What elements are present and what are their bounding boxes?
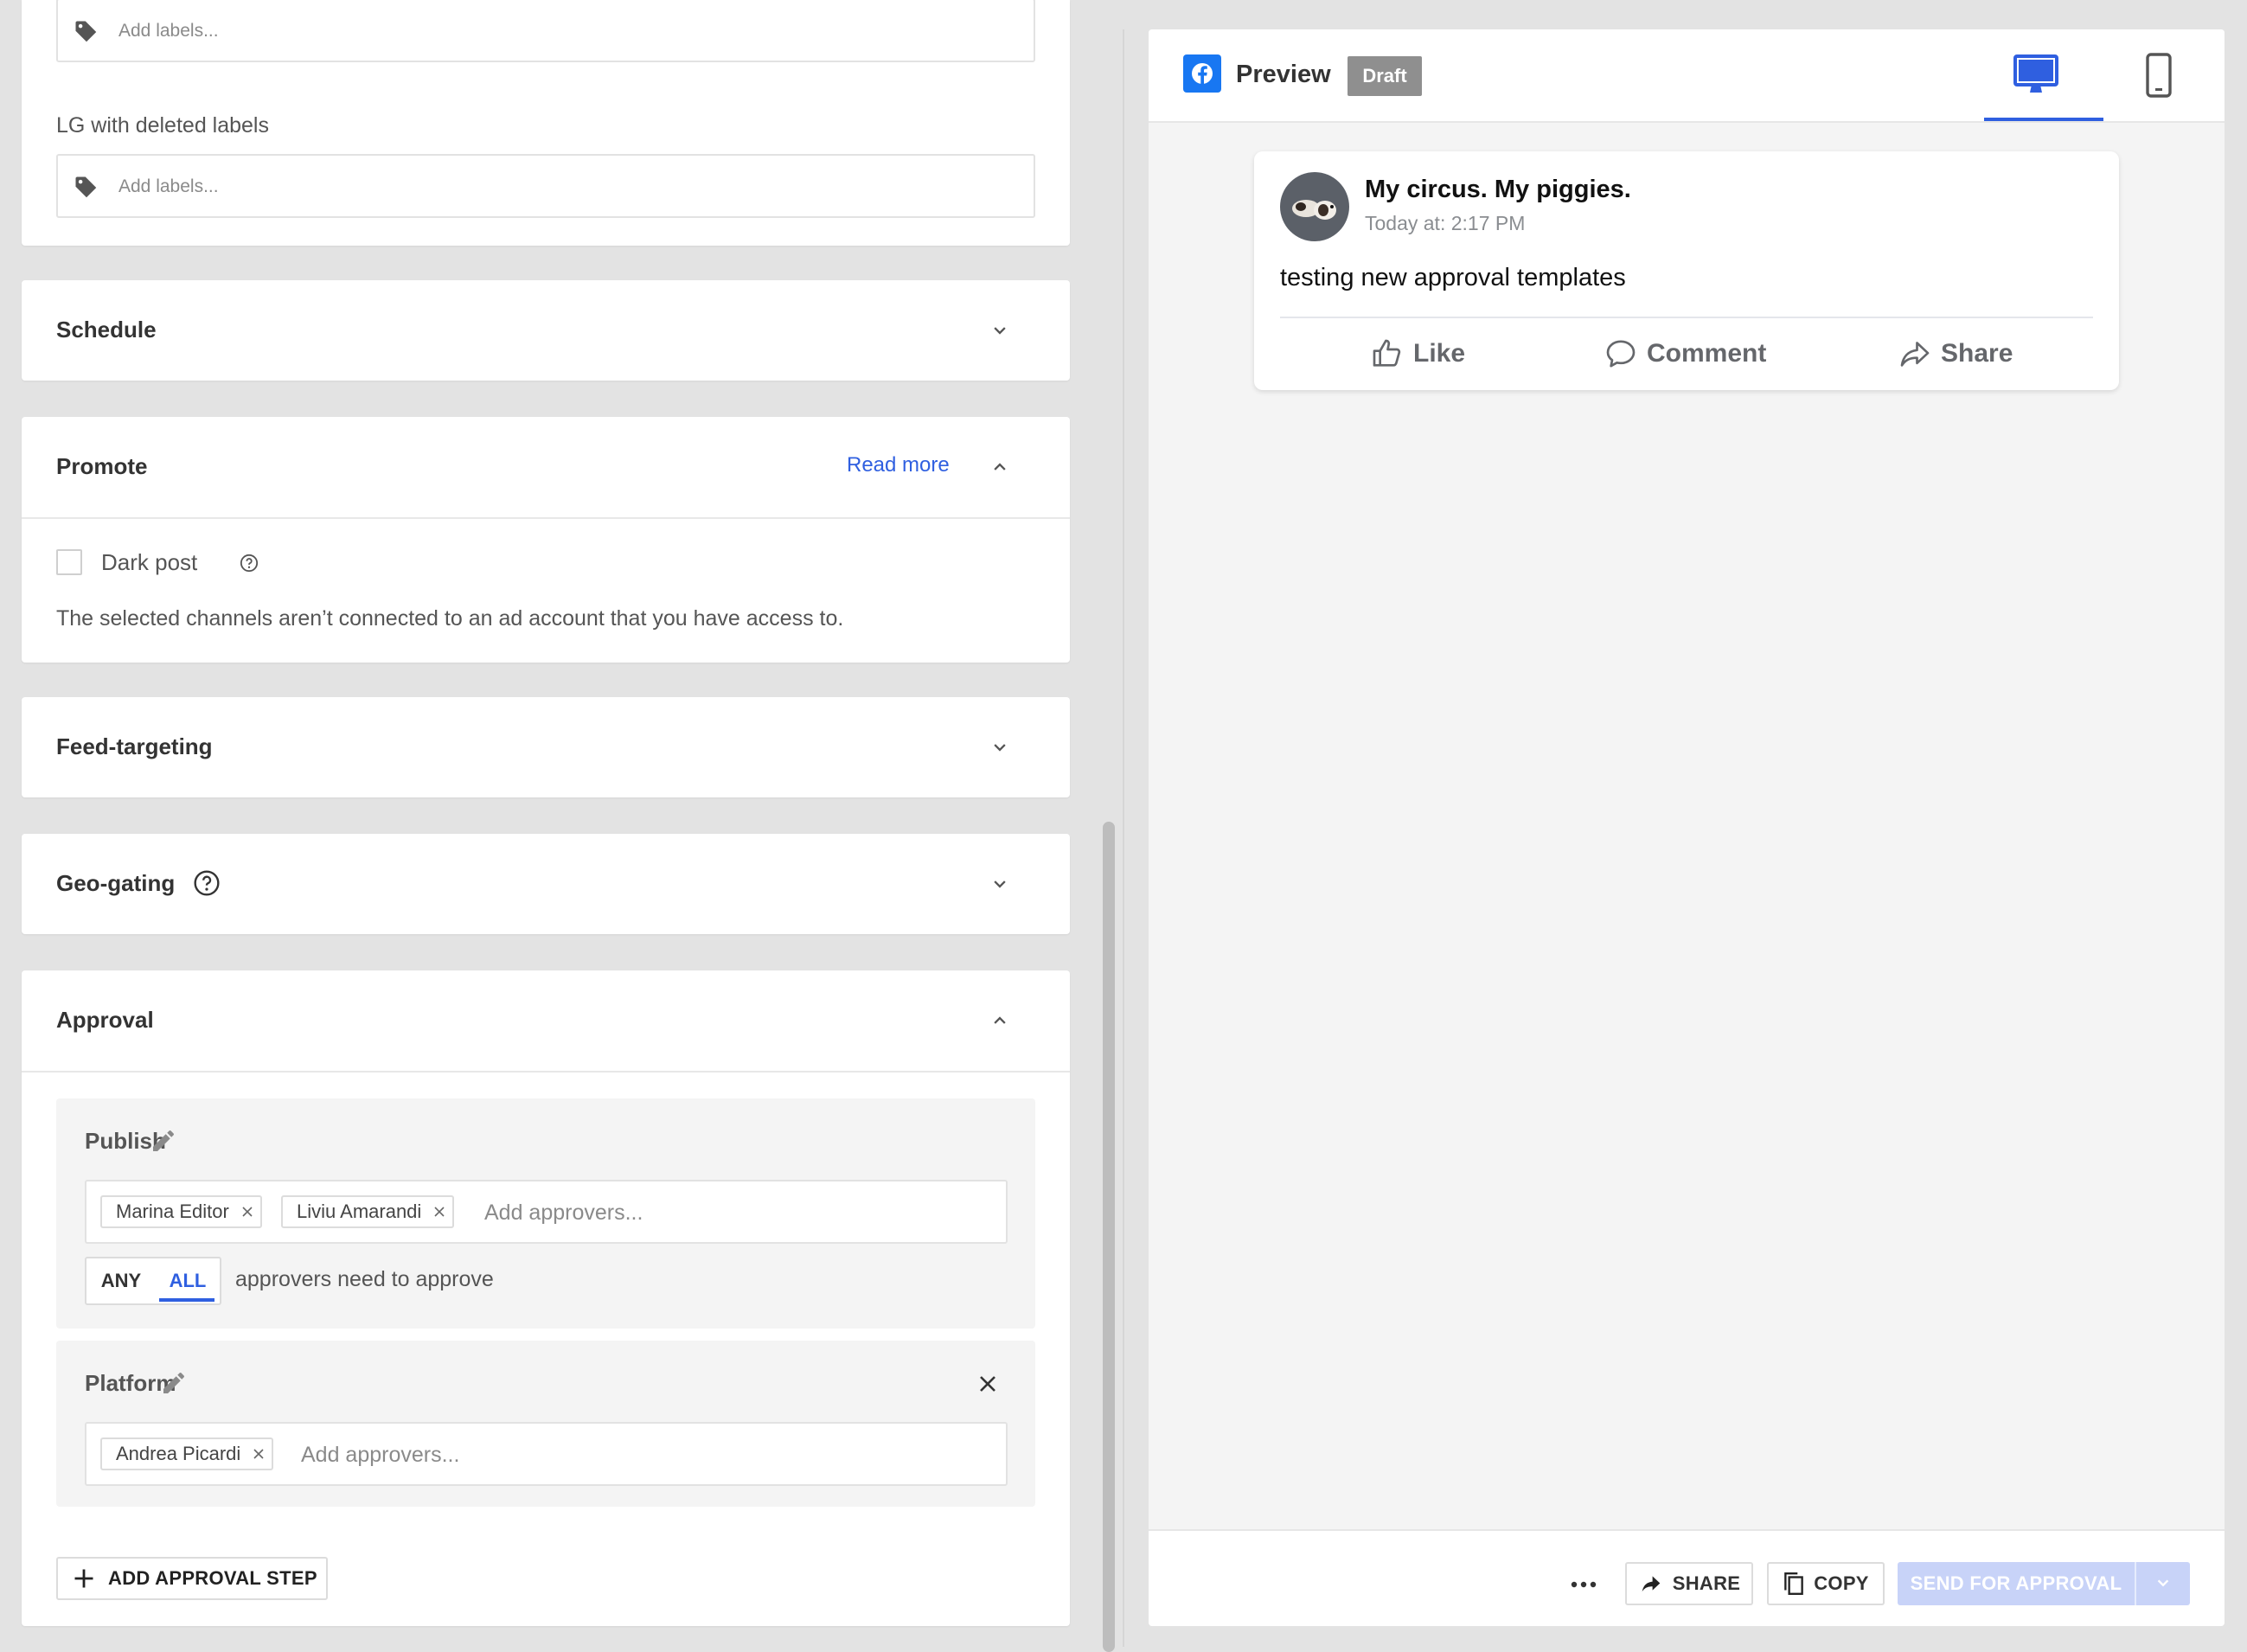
chevron-down-icon[interactable] bbox=[988, 318, 1012, 343]
help-icon[interactable] bbox=[240, 554, 259, 573]
post-divider bbox=[1280, 317, 2093, 318]
approvers-field[interactable]: Marina Editor Liviu Amarandi bbox=[85, 1180, 1008, 1244]
chevron-down-icon bbox=[2157, 1579, 2169, 1587]
mode-active-indicator bbox=[159, 1298, 214, 1302]
preview-footer: SHARE COPY SEND FOR APPROVAL bbox=[1149, 1529, 2225, 1626]
post-page-name: My circus. My piggies. bbox=[1365, 176, 1631, 203]
deleted-labels-title: LG with deleted labels bbox=[56, 113, 269, 138]
facebook-icon bbox=[1183, 54, 1221, 93]
remove-icon[interactable] bbox=[426, 1199, 452, 1225]
left-panel: LG with deleted labels Schedule Promote … bbox=[0, 0, 1098, 1647]
labels-input-field[interactable] bbox=[118, 14, 1018, 48]
approver-chip: Liviu Amarandi bbox=[281, 1195, 455, 1228]
labels-input-second[interactable] bbox=[56, 154, 1035, 218]
like-label: Like bbox=[1413, 339, 1466, 368]
guinea-pig-image bbox=[1292, 200, 1336, 220]
copy-label: COPY bbox=[1814, 1572, 1869, 1594]
desktop-tab-indicator bbox=[1984, 118, 2103, 121]
mode-any-button[interactable]: ANY bbox=[86, 1258, 156, 1303]
add-approval-step-button[interactable]: ADD APPROVAL STEP bbox=[56, 1557, 328, 1600]
ad-account-notice: The selected channels aren’t connected t… bbox=[56, 606, 844, 631]
chevron-down-icon[interactable] bbox=[988, 872, 1012, 896]
thumbs-up-icon bbox=[1373, 339, 1401, 367]
send-options-dropdown[interactable] bbox=[2135, 1562, 2190, 1605]
share-arrow-icon bbox=[1900, 342, 1930, 367]
preview-header: Preview Draft bbox=[1149, 29, 2225, 123]
approvers-field[interactable]: Andrea Picardi bbox=[85, 1422, 1008, 1486]
approval-step-platform: Platform Andrea Picardi bbox=[56, 1341, 1035, 1507]
labels-card: LG with deleted labels bbox=[22, 0, 1070, 246]
share-footer-button[interactable]: SHARE bbox=[1625, 1562, 1753, 1605]
promote-card: Promote Read more Dark post The selected… bbox=[22, 417, 1070, 663]
add-approval-step-label: ADD APPROVAL STEP bbox=[108, 1567, 317, 1589]
send-for-approval-button[interactable]: SEND FOR APPROVAL bbox=[1898, 1562, 2135, 1605]
chevron-up-icon[interactable] bbox=[988, 455, 1012, 479]
approval-card: Approval Publish Marina Editor Liviu Ama… bbox=[22, 970, 1070, 1626]
chevron-down-icon[interactable] bbox=[988, 735, 1012, 759]
approval-mode-toggle: ANY ALL bbox=[85, 1257, 221, 1305]
pencil-icon[interactable] bbox=[160, 1369, 188, 1397]
copy-button[interactable]: COPY bbox=[1767, 1562, 1885, 1605]
avatar bbox=[1280, 172, 1349, 241]
more-options-icon[interactable] bbox=[1569, 1574, 1598, 1595]
status-badge: Draft bbox=[1348, 56, 1422, 96]
approval-mode-text: approvers need to approve bbox=[235, 1267, 494, 1291]
desktop-view-icon[interactable] bbox=[2013, 54, 2059, 97]
approver-chip: Andrea Picardi bbox=[100, 1437, 274, 1470]
comment-icon bbox=[1606, 340, 1636, 368]
approval-title: Approval bbox=[56, 1007, 154, 1033]
post-timestamp: Today at: 2:17 PM bbox=[1365, 212, 1526, 234]
close-icon[interactable] bbox=[977, 1373, 998, 1394]
feed-targeting-title: Feed-targeting bbox=[56, 733, 213, 759]
preview-title: Preview bbox=[1236, 61, 1331, 88]
left-scrollbar-thumb[interactable] bbox=[1103, 822, 1115, 1652]
add-approvers-input[interactable] bbox=[301, 1437, 984, 1472]
like-button[interactable]: Like bbox=[1370, 330, 1465, 377]
approver-chip: Marina Editor bbox=[100, 1195, 262, 1228]
post-text: testing new approval templates bbox=[1280, 264, 1626, 291]
share-footer-label: SHARE bbox=[1672, 1572, 1741, 1594]
comment-button[interactable]: Comment bbox=[1604, 330, 1766, 377]
facebook-post-preview: My circus. My piggies. Today at: 2:17 PM… bbox=[1254, 151, 2119, 390]
promote-title: Promote bbox=[56, 453, 148, 479]
approver-name: Andrea Picardi bbox=[116, 1443, 241, 1464]
geo-gating-title: Geo-gating bbox=[56, 870, 176, 896]
comment-label: Comment bbox=[1647, 339, 1767, 368]
dark-post-checkbox[interactable] bbox=[56, 549, 82, 575]
share-button[interactable]: Share bbox=[1898, 330, 2013, 377]
mobile-view-icon[interactable] bbox=[2143, 52, 2174, 99]
divider bbox=[22, 517, 1070, 519]
schedule-title: Schedule bbox=[56, 317, 157, 343]
remove-icon[interactable] bbox=[234, 1199, 260, 1225]
plus-icon bbox=[74, 1569, 93, 1588]
feed-targeting-card[interactable]: Feed-targeting bbox=[22, 697, 1070, 797]
share-label: Share bbox=[1941, 339, 2013, 368]
panel-divider bbox=[1123, 29, 1124, 1647]
tag-icon bbox=[75, 21, 97, 42]
divider bbox=[22, 1071, 1070, 1073]
labels-input-field[interactable] bbox=[118, 170, 1018, 204]
pencil-icon[interactable] bbox=[150, 1127, 177, 1155]
dark-post-label: Dark post bbox=[101, 549, 198, 575]
preview-panel: Preview Draft My circus. My piggies. Tod… bbox=[1149, 29, 2225, 1626]
tag-icon bbox=[75, 176, 97, 198]
approver-name: Liviu Amarandi bbox=[297, 1201, 422, 1222]
labels-input-first[interactable] bbox=[56, 0, 1035, 62]
approver-name: Marina Editor bbox=[116, 1201, 229, 1222]
geo-gating-card[interactable]: Geo-gating bbox=[22, 834, 1070, 934]
chevron-up-icon[interactable] bbox=[988, 1008, 1012, 1033]
share-icon bbox=[1642, 1576, 1661, 1592]
approval-step-publish: Publish Marina Editor Liviu Amarandi ANY… bbox=[56, 1098, 1035, 1329]
help-icon[interactable] bbox=[193, 869, 221, 897]
add-approvers-input[interactable] bbox=[484, 1195, 986, 1230]
copy-icon bbox=[1784, 1572, 1804, 1595]
mode-all-button[interactable]: ALL bbox=[156, 1258, 220, 1303]
remove-icon[interactable] bbox=[246, 1441, 272, 1467]
schedule-card[interactable]: Schedule bbox=[22, 280, 1070, 381]
read-more-link[interactable]: Read more bbox=[847, 453, 950, 477]
